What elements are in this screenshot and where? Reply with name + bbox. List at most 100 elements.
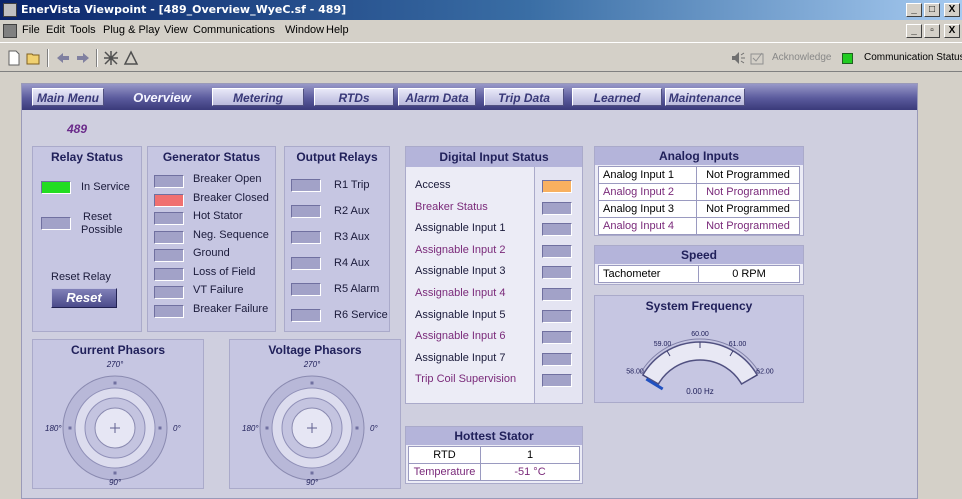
digital-input-led [542,374,572,388]
new-icon[interactable] [6,50,22,66]
phasor-axis-mark [355,426,359,430]
tab-metering[interactable]: Metering [212,88,304,106]
table-row: Analog Input 1 Not Programmed [598,166,800,184]
digital-input-label: Assignable Input 3 [415,265,506,278]
frequency-gauge: 58.00 59.00 60.00 61.00 62.00 0.00 Hz [626,331,774,396]
generator-status-led [154,175,184,188]
generator-status-led [154,304,184,318]
menu-view[interactable]: View [164,24,188,36]
phasor-angle-label: 90° [306,478,319,486]
output-relay-label: R2 Aux [334,205,370,217]
close-button[interactable]: X [944,3,960,17]
generator-status-label: Loss of Field [193,265,256,278]
digital-input-led [542,244,572,258]
gauge-tick-label: 60.00 [691,331,709,338]
reset-relay-label: Reset Relay [51,271,111,283]
tab-learned[interactable]: Learned [572,88,662,106]
phasor-angle-label: 0° [173,424,181,433]
output-relay-led [291,257,321,270]
menu-file[interactable]: File [22,24,40,36]
acknowledge-label[interactable]: Acknowledge [772,52,831,63]
output-relay-label: R4 Aux [334,257,370,269]
analog-inputs-title: Analog Inputs [595,147,803,165]
relay-id: 489 [67,122,88,136]
menu-communications[interactable]: Communications [193,24,275,36]
tab-rtds[interactable]: RTDs [314,88,394,106]
output-relay-label: R5 Alarm [334,283,380,295]
table-row: Analog Input 2 Not Programmed [598,183,800,201]
reset-possible-label: Possible [81,224,123,236]
reset-possible-led [41,217,71,230]
forward-icon[interactable] [75,50,91,66]
digital-input-led [542,331,572,345]
phasor-axis-mark [113,381,117,385]
menu-tools[interactable]: Tools [70,24,96,36]
alert-icon[interactable] [123,50,139,66]
generator-status-label: Breaker Closed [193,191,269,204]
tab-trip-data[interactable]: Trip Data [484,88,564,106]
tab-main-menu[interactable]: Main Menu [32,88,104,106]
mdi-minimize-button[interactable]: _ [906,24,922,38]
phasor-angle-label: 270° [303,360,321,369]
output-relay-label: R3 Aux [334,231,370,243]
current-phasor-diagram: 270° 180° 0° 90° [45,360,181,486]
phasor-axis-mark [310,471,314,475]
voltage-phasors-title: Voltage Phasors [268,343,362,357]
digital-input-label: Trip Coil Supervision [415,373,517,386]
communication-status-label[interactable]: Communication Status [864,52,962,63]
output-relay-led [291,205,321,218]
analog-input-name: Analog Input 1 [598,166,697,184]
system-frequency-title: System Frequency [645,299,753,313]
output-relay-label: R1 Trip [334,179,370,191]
output-relay-led [291,179,321,192]
generator-status-label: Breaker Failure [193,302,269,315]
current-phasors-box: Current Phasors 270° 180° 0° 90° [32,339,204,489]
acknowledge-icon[interactable] [749,50,765,66]
digital-input-box: Digital Input Status Access Breaker Statu… [405,146,583,404]
communication-status-led [842,53,853,64]
generator-status-label: VT Failure [193,284,244,296]
generator-status-label: Breaker Open [193,173,262,185]
voltage-phasors-box: Voltage Phasors 270° 180° 0° 90° [229,339,401,489]
toolbar-separator [47,49,49,67]
maximize-button[interactable]: □ [924,3,940,17]
digital-input-label: Access [415,179,451,191]
tab-alarm-data[interactable]: Alarm Data [398,88,476,106]
analog-inputs-table: Analog Input 1 Not Programmed Analog Input… [598,166,800,235]
generator-status-title: Generator Status [162,150,261,164]
mdi-restore-button[interactable]: ▫ [924,24,940,38]
open-icon[interactable] [26,50,42,66]
device-icon[interactable] [103,50,119,66]
generator-status-led [154,212,184,225]
generator-status-led [154,230,184,244]
reset-button[interactable]: Reset [51,288,117,308]
mdi-close-button[interactable]: X [944,24,960,38]
frequency-readout: 0.00 Hz [686,387,714,396]
tab-overview[interactable]: Overview [122,88,202,106]
tab-maintenance[interactable]: Maintenance [665,88,745,106]
phasor-angle-label: 180° [242,424,259,433]
client-area: Main Menu Overview Metering RTDs Alarm D… [0,73,962,499]
minimize-button[interactable]: _ [906,3,922,17]
hottest-stator-title: Hottest Stator [406,427,582,445]
generator-status-label: Hot Stator [193,210,243,222]
digital-input-label: Assignable Input 4 [415,287,506,299]
phasor-axis-mark [265,426,269,430]
nav-bar: Main Menu Overview Metering RTDs Alarm D… [22,84,917,110]
system-frequency-box: System Frequency 58.00 59.00 60.00 61.00 62.… [594,295,804,403]
phasor-angle-label: 180° [45,424,62,433]
menu-plug-and-play[interactable]: Plug & Play [103,24,160,36]
digital-input-led [542,309,572,323]
output-relay-led [291,309,321,322]
output-relays-box: Output Relays R1 Trip R2 Aux R3 Aux R4 Aux R… [284,146,390,332]
digital-input-label: Assignable Input 2 [415,243,506,256]
menu-edit[interactable]: Edit [46,24,65,36]
speed-table: Tachometer 0 RPM [598,265,800,283]
overview-panel: Main Menu Overview Metering RTDs Alarm D… [21,83,918,499]
window-title: EnerVista Viewpoint - [489_Overview_WyeC… [21,3,347,16]
menu-help[interactable]: Help [326,24,349,36]
menu-window[interactable]: Window [285,24,324,36]
speaker-icon[interactable] [730,50,746,66]
back-icon[interactable] [55,50,71,66]
digital-input-label: Assignable Input 1 [415,222,506,235]
